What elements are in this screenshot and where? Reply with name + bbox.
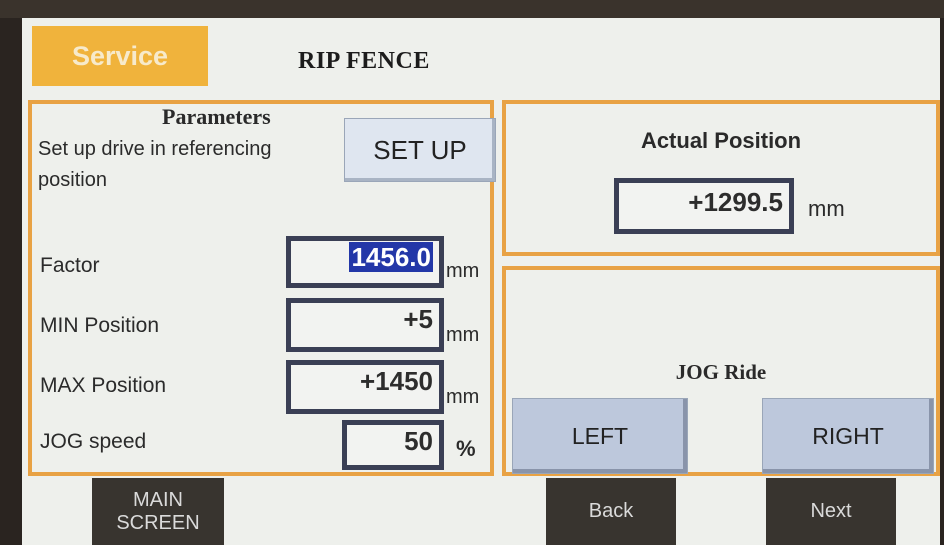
jog-right-button[interactable]: RIGHT — [762, 398, 934, 474]
next-button[interactable]: Next — [766, 478, 896, 545]
next-label: Next — [810, 500, 852, 522]
main-screen-label-line1: MAIN — [132, 488, 183, 511]
actual-position-title: Actual Position — [640, 128, 802, 153]
factor-label: Factor — [40, 254, 100, 277]
service-tab[interactable]: Service — [32, 26, 208, 86]
jog-ride-title: JOG Ride — [675, 360, 767, 384]
hmi-screen: Service RIP FENCE Parameters Set up driv… — [22, 18, 940, 545]
back-button[interactable]: Back — [546, 478, 676, 545]
factor-field[interactable]: 1456.0 — [286, 236, 444, 288]
main-screen-label-line2: SCREEN — [116, 511, 200, 534]
max-position-unit: mm — [446, 386, 480, 408]
jog-speed-label: JOG speed — [40, 430, 147, 453]
min-position-field[interactable]: +5 — [286, 298, 444, 352]
jog-ride-panel: JOG Ride LEFT RIGHT — [502, 266, 940, 476]
factor-unit: mm — [446, 260, 480, 282]
parameters-panel: Parameters Set up drive in referencing p… — [28, 100, 496, 476]
min-position-value: +5 — [403, 304, 433, 334]
main-screen-button[interactable]: MAIN SCREEN — [92, 478, 224, 545]
setup-button[interactable]: SET UP — [344, 118, 496, 182]
min-position-unit: mm — [446, 324, 480, 346]
jog-left-button[interactable]: LEFT — [512, 398, 688, 474]
factor-value: 1456.0 — [349, 242, 433, 272]
jog-right-label: RIGHT — [812, 422, 884, 449]
jog-left-label: LEFT — [571, 422, 629, 449]
service-tab-label: Service — [71, 40, 169, 71]
min-position-label: MIN Position — [40, 314, 160, 337]
actual-position-value: +1299.5 — [688, 187, 783, 217]
jog-speed-value: 50 — [404, 426, 433, 456]
actual-position-unit: mm — [808, 196, 845, 221]
max-position-label: MAX Position — [40, 374, 167, 397]
parameters-title: Parameters — [162, 104, 271, 129]
screen-title: RIP FENCE — [298, 48, 430, 74]
jog-speed-field[interactable]: 50 — [342, 420, 444, 470]
back-label: Back — [588, 500, 634, 522]
setup-instruction: Set up drive in referencing position — [38, 138, 272, 191]
actual-position-display: +1299.5 — [614, 178, 794, 234]
device-bezel — [0, 0, 944, 18]
max-position-field[interactable]: +1450 — [286, 360, 444, 414]
jog-speed-unit: % — [456, 436, 476, 461]
max-position-value: +1450 — [359, 366, 433, 396]
setup-button-label: SET UP — [373, 134, 467, 165]
actual-position-panel: Actual Position +1299.5 mm — [502, 100, 940, 256]
